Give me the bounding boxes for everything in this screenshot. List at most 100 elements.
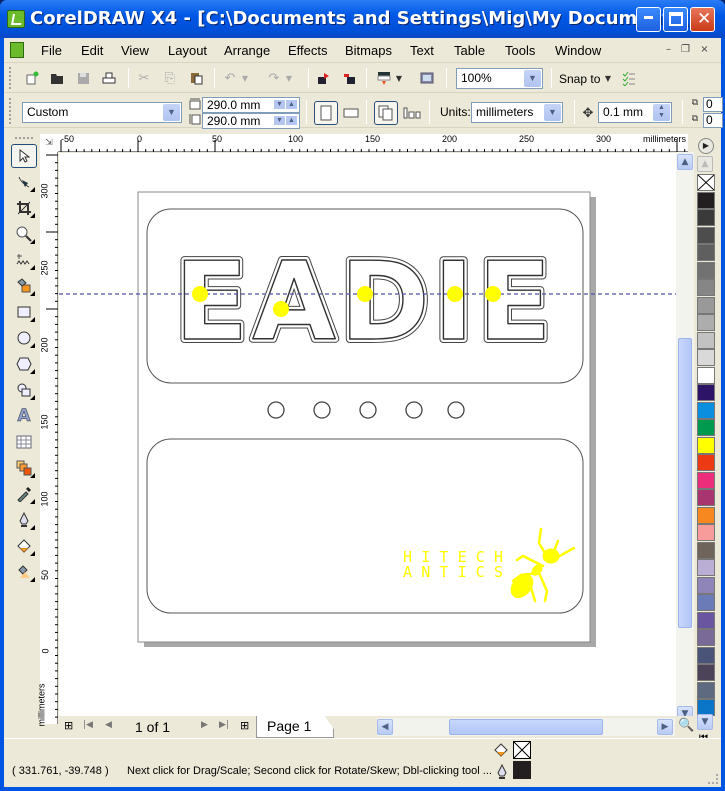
color-swatch[interactable]: [697, 209, 715, 226]
menu-effects[interactable]: Effects: [288, 43, 328, 58]
print-icon[interactable]: [99, 68, 119, 88]
color-swatch[interactable]: [697, 629, 715, 646]
undo-icon[interactable]: ↶: [220, 68, 240, 88]
color-swatch[interactable]: [697, 226, 715, 244]
color-swatch[interactable]: [697, 296, 715, 314]
color-swatch[interactable]: [697, 664, 715, 681]
color-swatch[interactable]: [697, 594, 715, 611]
ellipse-tool[interactable]: [11, 326, 37, 350]
polygon-tool[interactable]: [11, 352, 37, 376]
smart-fill-tool[interactable]: [11, 274, 37, 298]
chevron-down-icon[interactable]: ▼: [544, 104, 561, 121]
fill-color-swatch[interactable]: [513, 741, 531, 759]
menu-edit[interactable]: Edit: [81, 43, 103, 58]
snap-options-icon[interactable]: [619, 68, 639, 88]
spin-up-icon[interactable]: ▲: [286, 100, 297, 109]
toolbar-grip[interactable]: [9, 67, 12, 89]
color-swatch[interactable]: [697, 559, 715, 576]
rectangle-tool[interactable]: [11, 300, 37, 324]
color-swatch[interactable]: [697, 261, 715, 279]
menu-tools[interactable]: Tools: [505, 43, 535, 58]
scroll-right-button[interactable]: ▶: [657, 719, 673, 735]
application-launcher-icon[interactable]: [374, 68, 394, 88]
color-swatch[interactable]: [697, 401, 715, 419]
chevron-down-icon[interactable]: ▼: [524, 70, 541, 87]
zoom-navigator-icon[interactable]: 🔍: [678, 718, 694, 733]
all-pages-button[interactable]: [374, 101, 398, 125]
vertical-ruler[interactable]: 300 250 200 150 100 50 0 millimeters: [37, 152, 58, 727]
eyedropper-tool[interactable]: [11, 482, 37, 506]
import-icon[interactable]: [314, 68, 334, 88]
outline-pen-tool[interactable]: [11, 508, 37, 532]
zoom-level-combo[interactable]: 100% ▼: [456, 68, 543, 89]
previous-page-icon[interactable]: ◀: [105, 720, 112, 730]
bridge-marker[interactable]: [485, 286, 501, 302]
snap-to-dropdown-icon[interactable]: ▼: [602, 68, 614, 88]
portrait-orientation-button[interactable]: [314, 101, 338, 125]
palette-scroll-up-button[interactable]: ▲: [697, 156, 713, 172]
redo-icon[interactable]: ↷: [264, 68, 284, 88]
color-swatch[interactable]: [697, 576, 715, 594]
add-page-after-icon[interactable]: ⊞: [240, 719, 249, 732]
color-swatch[interactable]: [697, 524, 715, 541]
menu-arrange[interactable]: Arrange: [224, 43, 270, 58]
toolbar-grip[interactable]: [9, 98, 12, 124]
page-height-field[interactable]: 290.0 mm ▼ ▲: [202, 113, 300, 129]
color-swatch[interactable]: [697, 611, 715, 629]
spin-down-icon[interactable]: ▼: [274, 100, 285, 109]
undo-dropdown-icon[interactable]: ▼: [240, 68, 250, 88]
save-icon[interactable]: [73, 68, 93, 88]
color-swatch[interactable]: [697, 244, 715, 261]
title-bar[interactable]: CorelDRAW X4 - [C:\Documents and Setting…: [0, 0, 725, 38]
color-swatch[interactable]: [697, 331, 715, 349]
launcher-dropdown-icon[interactable]: ▼: [394, 68, 404, 88]
spin-down-icon[interactable]: ▼: [274, 116, 285, 125]
document-icon[interactable]: [10, 42, 24, 58]
menu-bitmaps[interactable]: Bitmaps: [345, 43, 392, 58]
zoom-tool[interactable]: [11, 222, 37, 246]
basic-shapes-tool[interactable]: [11, 378, 37, 402]
coreldraw-app-icon[interactable]: [7, 10, 25, 28]
vertical-scrollbar[interactable]: ▲ ▼: [676, 152, 694, 724]
color-swatch[interactable]: [697, 349, 715, 366]
bridge-marker[interactable]: [273, 301, 289, 317]
page-preset-combo[interactable]: Custom ▼: [22, 102, 182, 123]
color-swatch[interactable]: [697, 489, 715, 506]
last-page-icon[interactable]: ▶|: [219, 720, 229, 730]
next-page-icon[interactable]: ▶: [201, 720, 208, 730]
no-color-swatch[interactable]: [697, 174, 715, 191]
maximize-button[interactable]: [663, 7, 688, 32]
color-swatch[interactable]: [697, 454, 715, 471]
current-page-button[interactable]: [402, 103, 422, 123]
menu-layout[interactable]: Layout: [168, 43, 207, 58]
snap-to-button[interactable]: Snap to: [559, 72, 600, 86]
color-swatch[interactable]: [697, 681, 715, 699]
outline-color-swatch[interactable]: [513, 761, 531, 779]
ruler-origin-icon[interactable]: ⇲: [40, 134, 58, 152]
shape-tool[interactable]: [11, 170, 37, 194]
menu-view[interactable]: View: [121, 43, 149, 58]
bridge-marker[interactable]: [447, 286, 463, 302]
horizontal-ruler[interactable]: -50 0 50 100 150 200 250 300 millimeters: [58, 134, 688, 152]
bridge-marker[interactable]: [357, 286, 373, 302]
color-swatch[interactable]: [697, 191, 715, 209]
close-button[interactable]: ✕: [690, 7, 715, 32]
duplicate-y-field[interactable]: 0: [703, 113, 723, 128]
fill-tool[interactable]: [11, 534, 37, 558]
export-icon[interactable]: [340, 68, 360, 88]
mdi-restore-button[interactable]: ❐: [678, 42, 693, 57]
landscape-orientation-button[interactable]: [341, 103, 361, 123]
menu-file[interactable]: File: [41, 43, 62, 58]
duplicate-x-field[interactable]: 0: [703, 97, 723, 112]
mdi-minimize-button[interactable]: –: [661, 42, 676, 57]
page-tab[interactable]: Page 1: [256, 716, 334, 738]
horizontal-scroll-thumb[interactable]: [449, 719, 603, 735]
interactive-fill-tool[interactable]: [11, 560, 37, 584]
color-swatch[interactable]: [697, 506, 715, 524]
text-tool[interactable]: A: [11, 404, 37, 428]
redo-dropdown-icon[interactable]: ▼: [284, 68, 294, 88]
resize-grip[interactable]: [708, 774, 718, 784]
scroll-left-button[interactable]: ◀: [377, 719, 393, 735]
toolbox-grip[interactable]: [15, 137, 33, 139]
color-swatch[interactable]: [697, 471, 715, 489]
